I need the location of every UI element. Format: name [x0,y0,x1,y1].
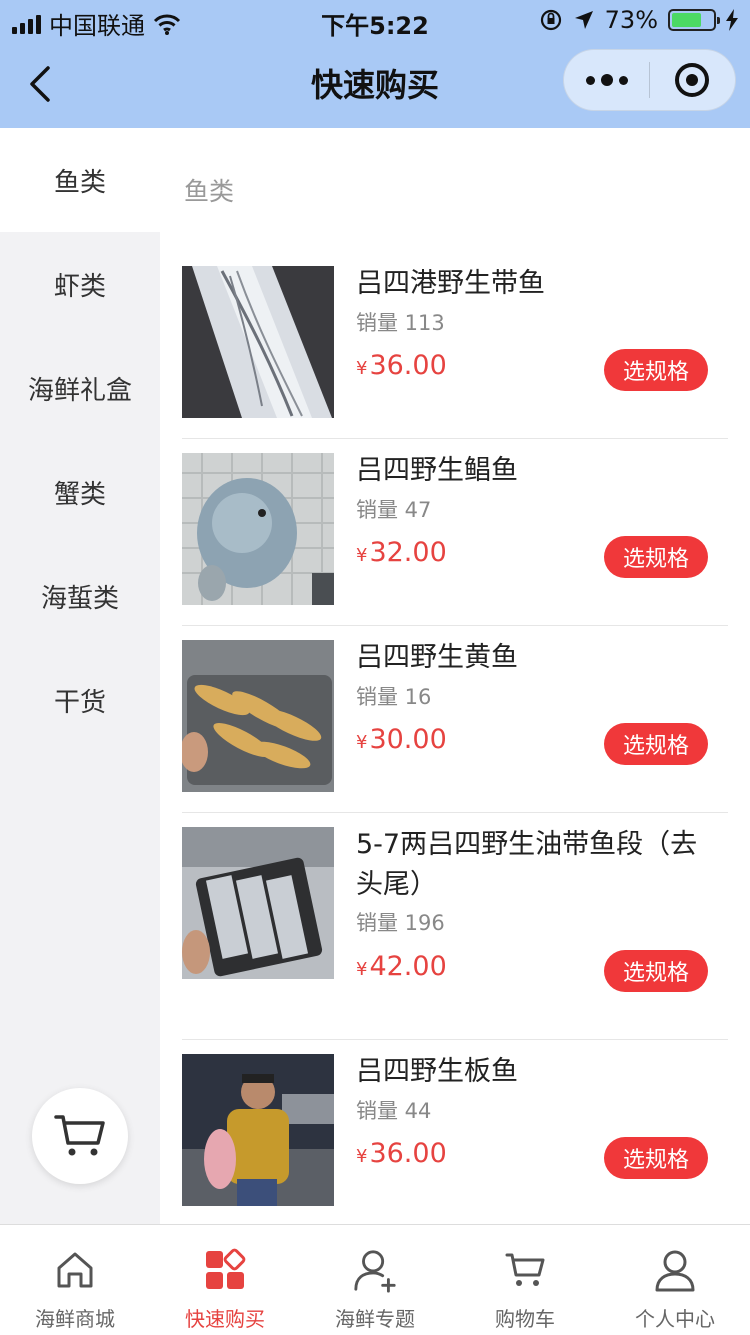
product-sales: 销量 196 [356,911,445,935]
product-list: 鱼类 吕四港野生带鱼 销量 113 ¥36.00 选规格 吕四野生鲳鱼 销量 4… [160,128,750,1227]
sidebar-item-dried-goods[interactable]: 干货 [0,648,160,752]
tab-label: 快速购买 [185,1307,265,1331]
tab-label: 海鲜商城 [35,1307,115,1331]
sidebar-item-fish[interactable]: 鱼类 [0,128,160,232]
mini-program-capsule [563,49,736,111]
product-sales: 销量 16 [356,685,432,709]
sidebar-item-crab[interactable]: 蟹类 [0,440,160,544]
product-sales: 销量 47 [356,498,432,522]
product-sales: 销量 44 [356,1099,432,1123]
tab-seafood-mall[interactable]: 海鲜商城 [0,1225,150,1335]
product-item[interactable]: 吕四野生板鱼 销量 44 ¥36.00 选规格 [182,1040,728,1227]
product-name: 吕四野生鲳鱼 [356,455,518,486]
product-price: ¥30.00 [356,724,447,755]
user-add-icon [354,1250,396,1293]
tab-seafood-topics[interactable]: 海鲜专题 [300,1225,450,1335]
product-image[interactable] [182,453,334,605]
tab-label: 个人中心 [635,1307,715,1331]
product-sales: 销量 113 [356,311,445,335]
product-item[interactable]: 5-7两吕四野生油带鱼段（去头尾） 销量 196 ¥42.00 选规格 [182,813,728,1040]
tab-label: 海鲜专题 [335,1307,415,1331]
product-item[interactable]: 吕四野生黄鱼 销量 16 ¥30.00 选规格 [182,626,728,813]
status-bar: 中国联通 下午5:22 73% [0,0,750,40]
section-title: 鱼类 [184,177,235,206]
rotation-lock-icon [540,9,561,31]
select-spec-button[interactable]: 选规格 [604,723,708,765]
product-item[interactable]: 吕四港野生带鱼 销量 113 ¥36.00 选规格 [182,252,728,439]
product-price: ¥36.00 [356,350,447,381]
tab-cart[interactable]: 购物车 [450,1225,600,1335]
product-price: ¥32.00 [356,537,447,568]
product-image[interactable] [182,1054,334,1206]
battery-percent: 73% [604,6,658,34]
product-price: ¥42.00 [356,951,447,982]
more-menu-button[interactable] [564,50,649,110]
sidebar-item-gift-box[interactable]: 海鲜礼盒 [0,336,160,440]
product-name: 吕四野生黄鱼 [356,642,518,673]
user-icon [655,1250,695,1292]
charging-icon [726,9,738,31]
cart-icon [505,1253,545,1286]
sidebar-item-jellyfish[interactable]: 海蜇类 [0,544,160,648]
sidebar-item-shrimp[interactable]: 虾类 [0,232,160,336]
tab-quick-buy[interactable]: 快速购买 [150,1225,300,1335]
select-spec-button[interactable]: 选规格 [604,536,708,578]
select-spec-button[interactable]: 选规格 [604,1137,708,1179]
quick-buy-icon [206,1248,246,1289]
product-image[interactable] [182,640,334,792]
battery-icon [668,9,720,31]
target-icon [675,63,710,97]
close-mini-program-button[interactable] [650,50,735,110]
product-price: ¥36.00 [356,1138,447,1169]
tab-personal-center[interactable]: 个人中心 [600,1225,750,1335]
select-spec-button[interactable]: 选规格 [604,349,708,391]
tab-label: 购物车 [495,1307,555,1331]
location-icon [574,11,593,29]
product-image[interactable] [182,827,334,979]
product-item[interactable]: 吕四野生鲳鱼 销量 47 ¥32.00 选规格 [182,439,728,626]
product-name: 5-7两吕四野生油带鱼段（去头尾） [356,829,698,900]
floating-cart-button[interactable] [32,1088,128,1184]
category-sidebar: 鱼类 虾类 海鲜礼盒 蟹类 海蜇类 干货 [0,128,160,1224]
product-name: 吕四野生板鱼 [356,1056,518,1087]
home-icon [57,1252,93,1288]
select-spec-button[interactable]: 选规格 [604,950,708,992]
navigation-bar: 快速购买 [0,40,750,128]
bottom-tab-bar: 海鲜商城 快速购买 海鲜专题 购物车 个人中心 [0,1224,750,1334]
product-image[interactable] [182,266,334,418]
cart-icon [54,1115,105,1156]
product-name: 吕四港野生带鱼 [356,268,545,299]
